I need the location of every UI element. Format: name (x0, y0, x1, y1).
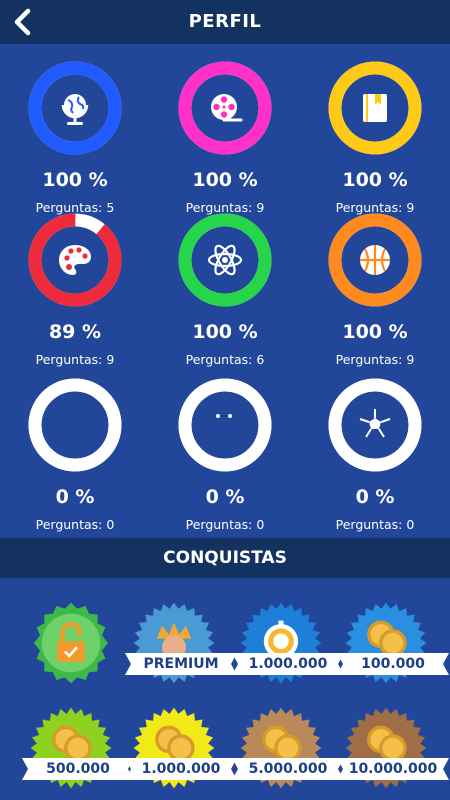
achievement-badge[interactable] (28, 600, 128, 700)
achievement-label: 500.000 (46, 761, 110, 777)
category-question-count: Perguntas: 9 (0, 351, 150, 369)
achievement-ribbon: 1.000.000 (125, 758, 237, 780)
achievement-badge[interactable]: 10.000.000 (337, 705, 449, 800)
category-question-count: Perguntas: 0 (150, 516, 300, 534)
category-card[interactable]: 89 % Perguntas: 9 (0, 213, 150, 369)
category-percent: 89 % (48, 321, 102, 343)
achievement-badge[interactable]: 100.000 (337, 600, 449, 700)
count-value: 0 (256, 517, 265, 532)
category-card[interactable]: 0 % Perguntas: 0 (300, 378, 450, 534)
achievement-label: PREMIUM (143, 656, 219, 672)
count-value: 6 (256, 352, 265, 367)
achievement-ribbon: PREMIUM (125, 653, 237, 675)
count-value: 0 (106, 517, 115, 532)
category-percent: 100 % (192, 169, 258, 191)
count-value: 9 (106, 352, 115, 367)
category-question-count: Perguntas: 6 (150, 351, 300, 369)
category-progress-ring (328, 61, 422, 155)
achievement-ribbon: 100.000 (337, 653, 449, 675)
category-progress-ring (328, 378, 422, 472)
achievement-badge[interactable]: 5.000.000 (232, 705, 344, 800)
count-label: Perguntas: (185, 352, 253, 367)
count-label: Perguntas: (185, 517, 253, 532)
achievement-ribbon: 5.000.000 (232, 758, 344, 780)
category-card[interactable]: 100 % Perguntas: 5 (0, 61, 150, 217)
category-percent: 0 % (205, 486, 245, 508)
achievement-label: 5.000.000 (248, 761, 328, 777)
count-value: 0 (406, 517, 415, 532)
category-question-count: Perguntas: 9 (300, 351, 450, 369)
achievement-badge[interactable]: 1.000.000 (125, 705, 237, 800)
achievements-header: CONQUISTAS (0, 538, 450, 578)
category-percent: 100 % (42, 169, 108, 191)
category-percent: 100 % (192, 321, 258, 343)
globe-icon (55, 88, 95, 128)
achievement-badge[interactable]: 1.000.000 (232, 600, 344, 700)
category-progress-ring (178, 61, 272, 155)
category-percent: 0 % (55, 486, 95, 508)
palette-icon (55, 240, 95, 280)
count-label: Perguntas: (35, 352, 103, 367)
achievement-ribbon: 1.000.000 (232, 653, 344, 675)
top-bar: PERFIL (0, 0, 450, 44)
achievement-label: 1.000.000 (248, 656, 328, 672)
movie-camera-icon (205, 405, 245, 445)
achievement-label: 10.000.000 (348, 761, 438, 777)
category-card[interactable]: 100 % Perguntas: 9 (300, 213, 450, 369)
soccer-ball-icon (355, 405, 395, 445)
achievement-badge[interactable]: PREMIUM (125, 600, 237, 700)
atom-icon (205, 240, 245, 280)
category-progress-ring (178, 213, 272, 307)
count-label: Perguntas: (335, 517, 403, 532)
count-label: Perguntas: (335, 352, 403, 367)
music-note-icon (55, 405, 95, 445)
category-percent: 0 % (355, 486, 395, 508)
achievement-label: 1.000.000 (141, 761, 221, 777)
achievement-label: 100.000 (361, 656, 425, 672)
achievement-ribbon: 10.000.000 (337, 758, 449, 780)
page-title: PERFIL (188, 11, 262, 32)
category-progress-ring (178, 378, 272, 472)
category-question-count: Perguntas: 0 (300, 516, 450, 534)
category-progress-ring (28, 378, 122, 472)
count-label: Perguntas: (35, 517, 103, 532)
category-question-count: Perguntas: 0 (0, 516, 150, 534)
category-card[interactable]: 0 % Perguntas: 0 (150, 378, 300, 534)
category-percent: 100 % (342, 169, 408, 191)
category-card[interactable]: 0 % Perguntas: 0 (0, 378, 150, 534)
category-percent: 100 % (342, 321, 408, 343)
basketball-icon (355, 240, 395, 280)
film-reel-icon (205, 88, 245, 128)
category-progress-ring (28, 61, 122, 155)
category-progress-ring (328, 213, 422, 307)
category-card[interactable]: 100 % Perguntas: 6 (150, 213, 300, 369)
category-card[interactable]: 100 % Perguntas: 9 (300, 61, 450, 217)
category-card[interactable]: 100 % Perguntas: 9 (150, 61, 300, 217)
book-icon (355, 88, 395, 128)
achievement-ribbon: 500.000 (22, 758, 134, 780)
achievement-badge[interactable]: 500.000 (22, 705, 134, 800)
category-progress-ring (28, 213, 122, 307)
count-value: 9 (406, 352, 415, 367)
